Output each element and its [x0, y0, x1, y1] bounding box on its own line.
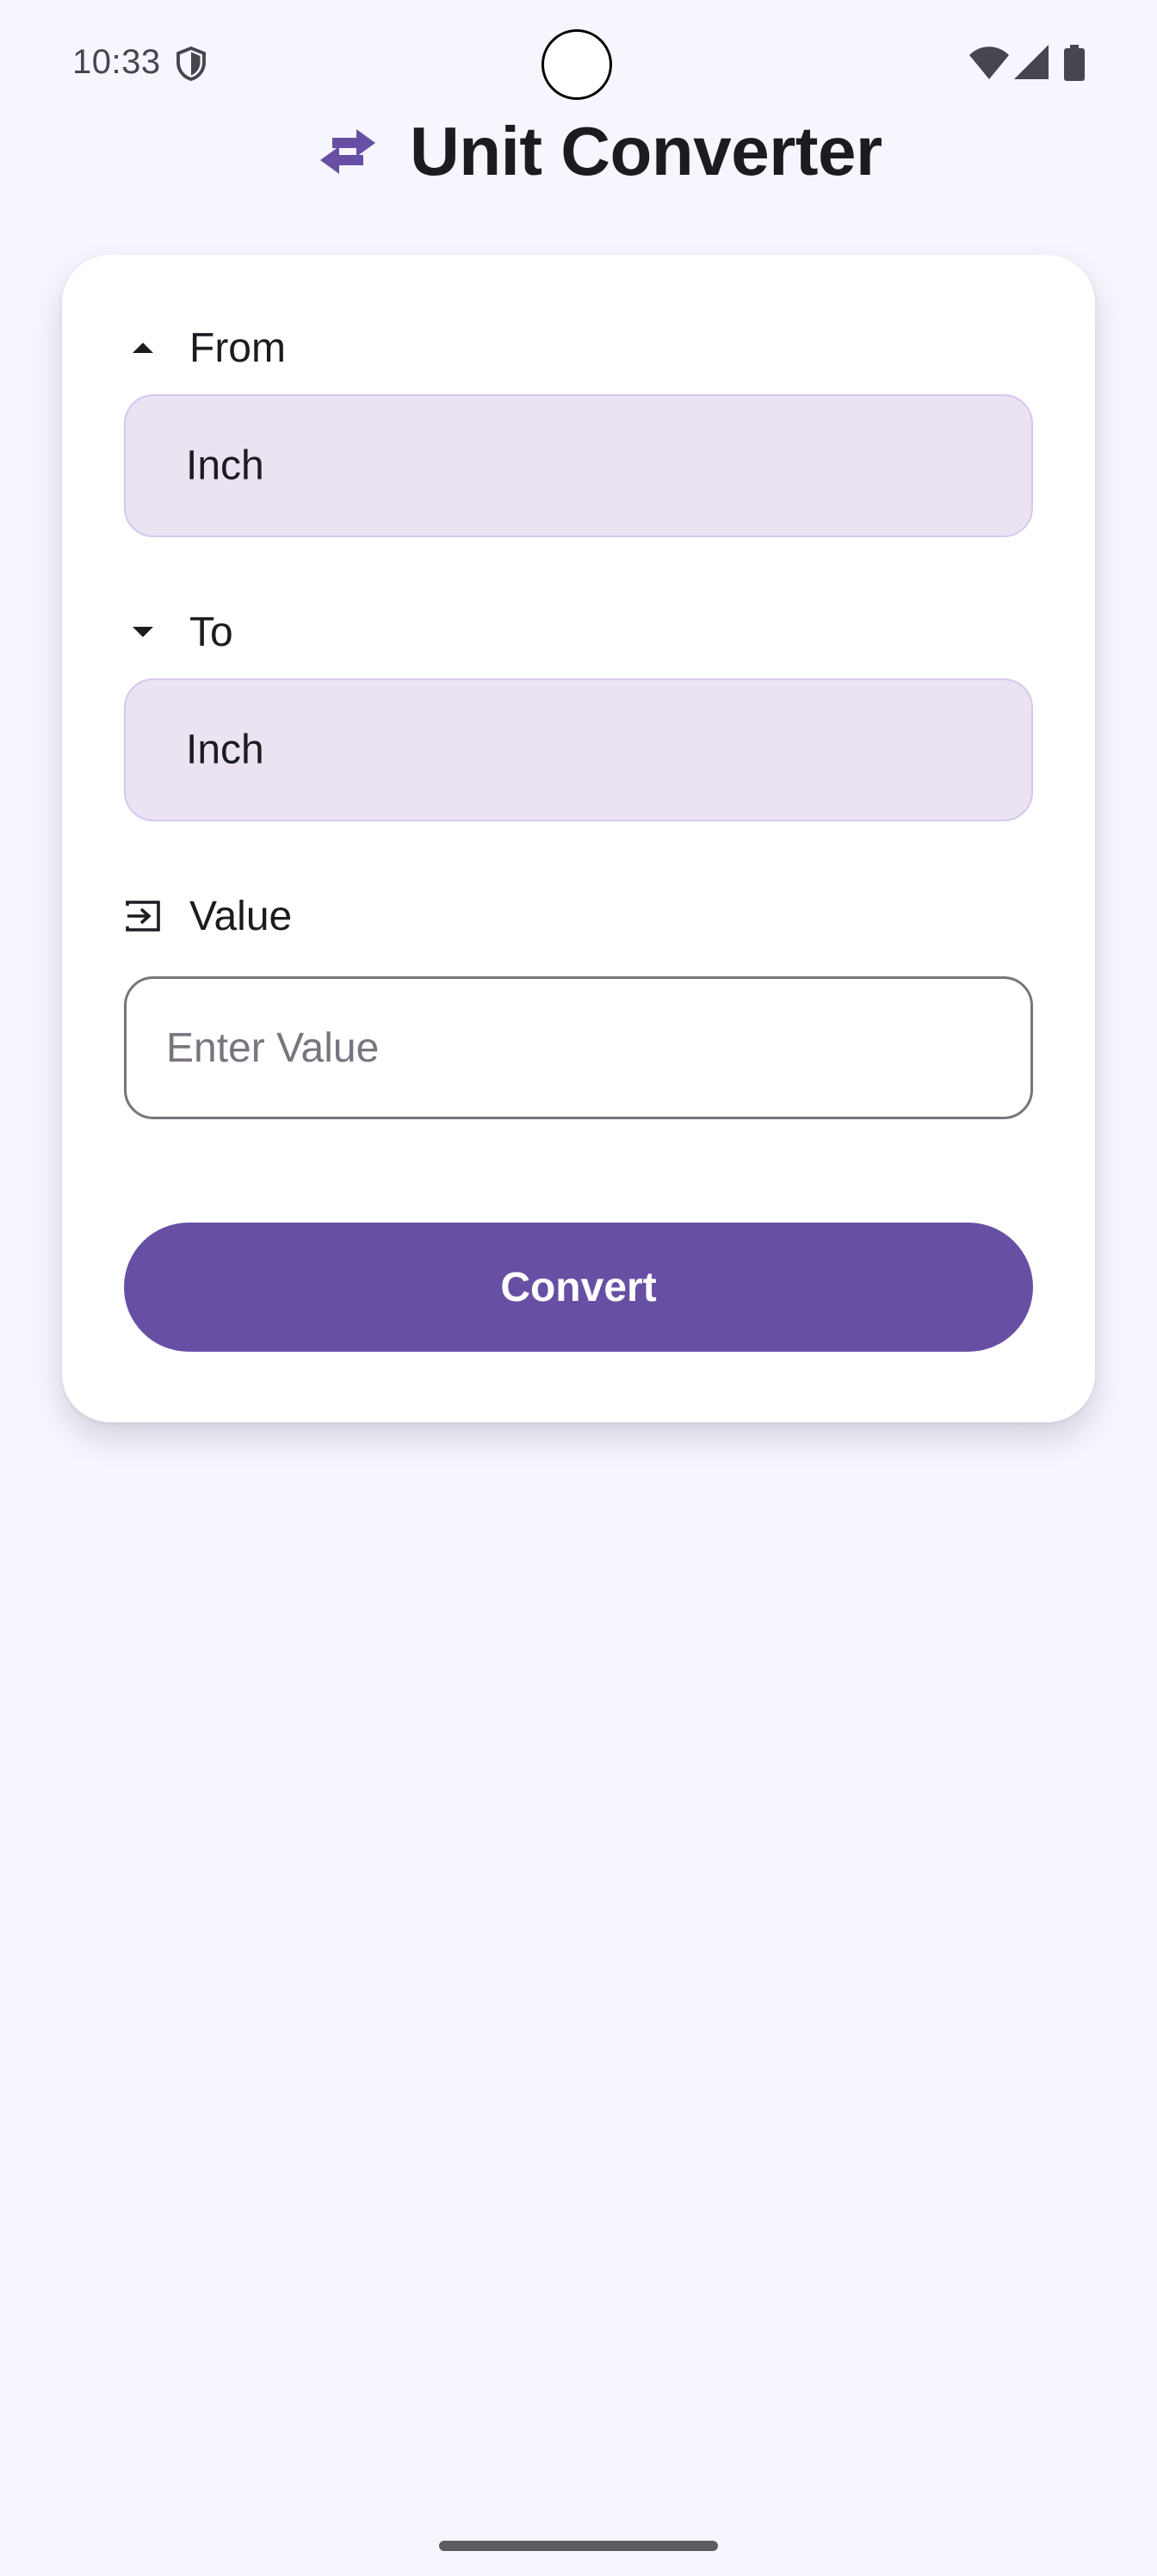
shield-icon: [176, 46, 206, 81]
wifi-icon: [969, 46, 1009, 79]
value-label: Value: [189, 893, 293, 939]
app-header: Unit Converter: [0, 103, 1157, 198]
swap-horizontal-icon: [320, 129, 375, 174]
app-screen: 10:33 Unit Converter From Inch To Inch V…: [0, 0, 1157, 2576]
to-unit-value: Inch: [186, 727, 264, 773]
signal-icon: [1014, 45, 1049, 79]
app-title: Unit Converter: [410, 113, 882, 189]
home-indicator[interactable]: [439, 2541, 718, 2551]
from-label-row: From: [124, 322, 286, 374]
to-label-row: To: [124, 606, 233, 658]
value-input[interactable]: [124, 976, 1033, 1119]
from-unit-select[interactable]: Inch: [124, 394, 1033, 537]
battery-icon: [1064, 45, 1085, 81]
to-unit-select[interactable]: Inch: [124, 678, 1033, 821]
input-icon: [126, 901, 160, 932]
to-label: To: [189, 609, 233, 655]
status-time: 10:33: [72, 43, 161, 81]
arrow-drop-up-icon: [133, 343, 153, 353]
arrow-drop-down-icon: [133, 627, 153, 637]
from-unit-value: Inch: [186, 443, 264, 489]
camera-cutout: [541, 29, 612, 100]
convert-button[interactable]: Convert: [124, 1223, 1033, 1352]
value-label-row: Value: [124, 890, 292, 942]
converter-card: From Inch To Inch Value Convert: [62, 255, 1095, 1422]
from-label: From: [189, 325, 286, 371]
